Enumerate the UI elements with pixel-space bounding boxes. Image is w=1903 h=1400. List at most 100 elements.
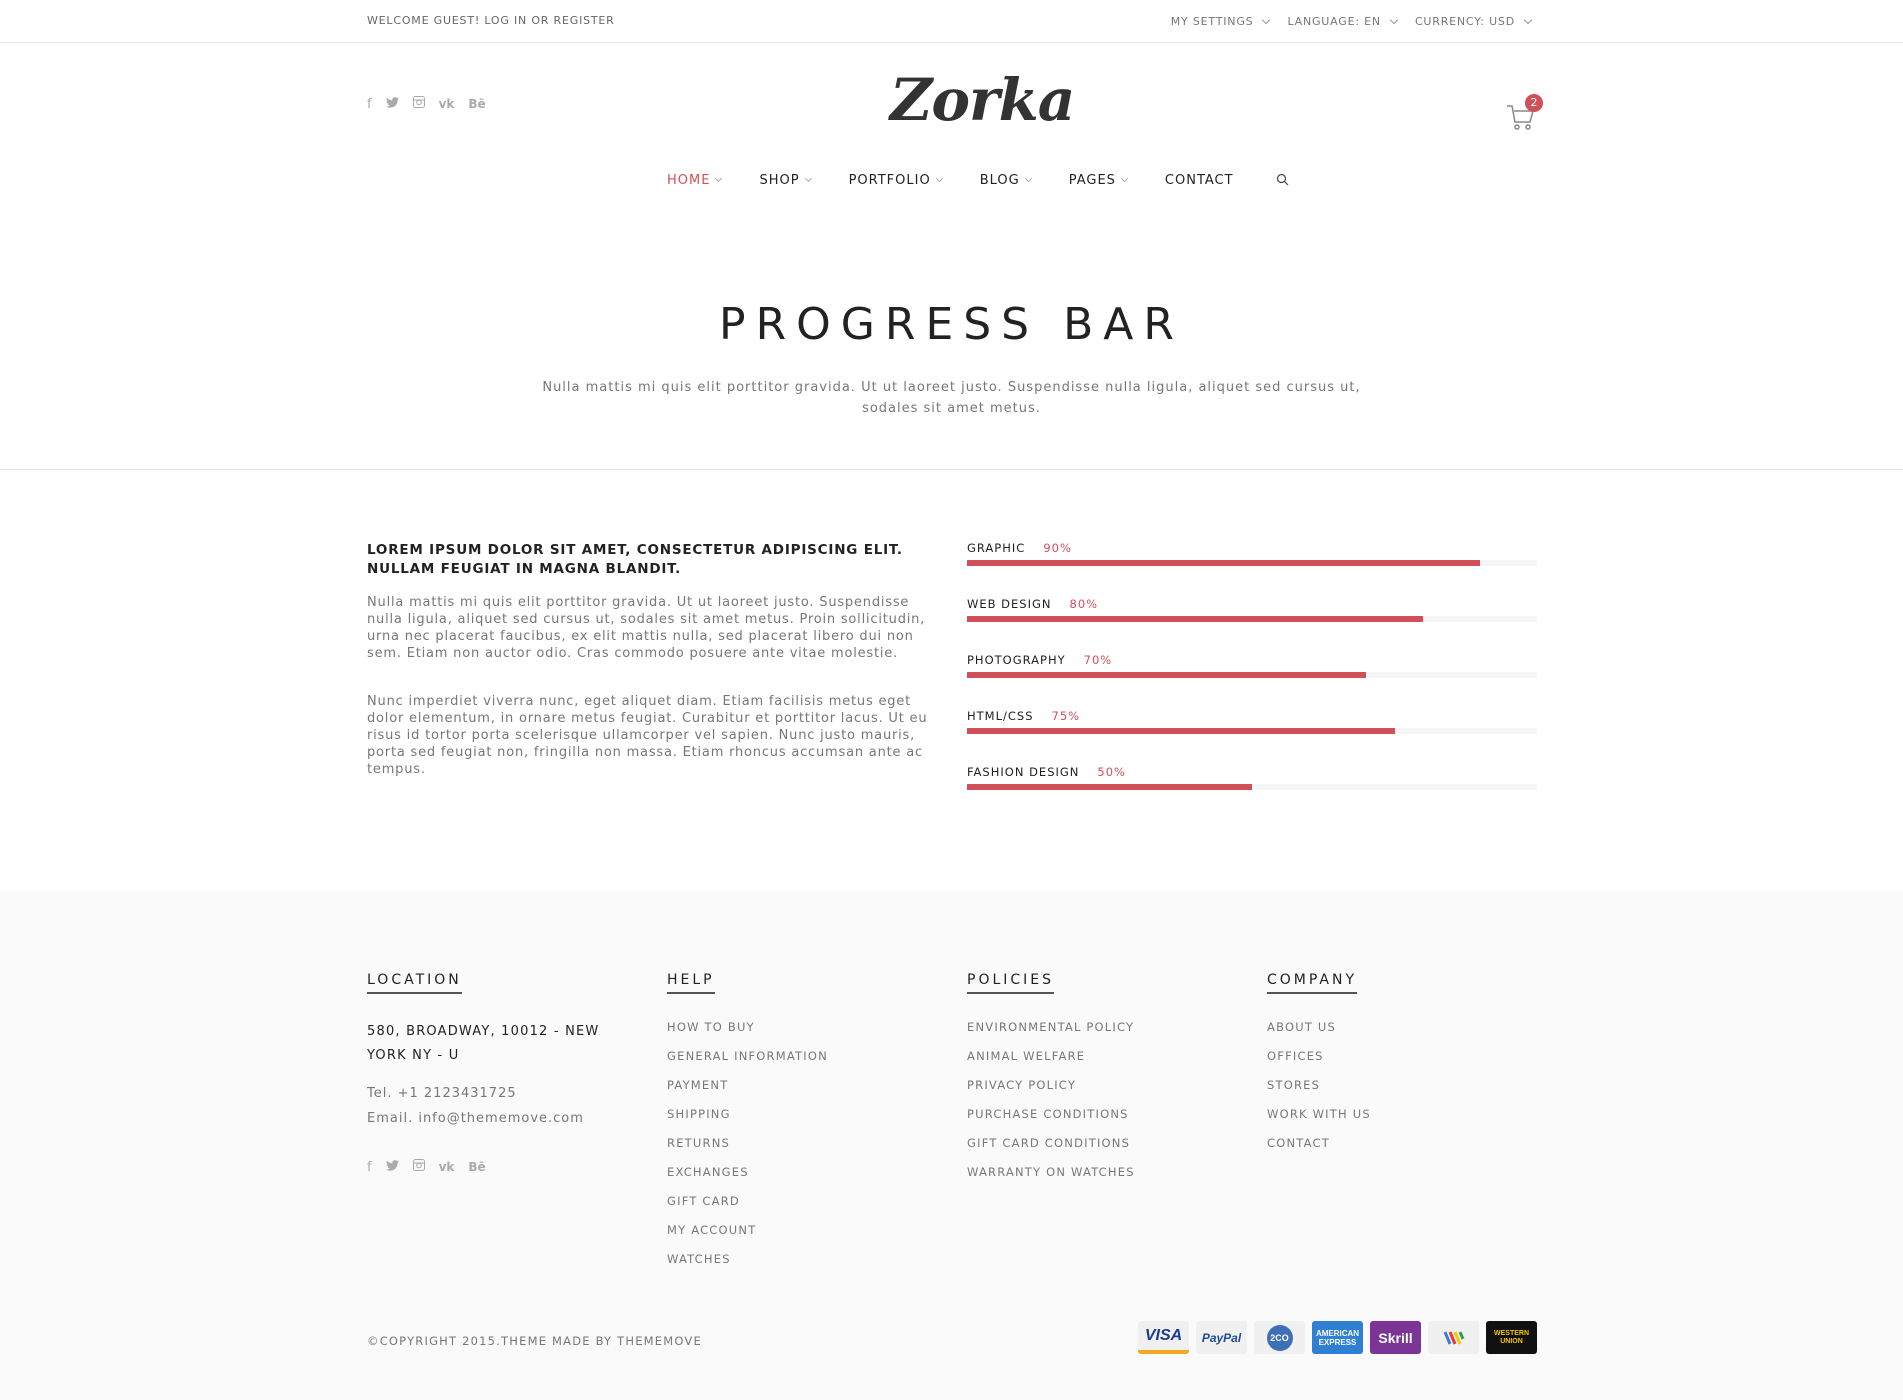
footer-link[interactable]: PURCHASE CONDITIONS [967, 1107, 1135, 1136]
western-union-icon: WESTERN UNION [1486, 1321, 1537, 1354]
footer-link[interactable]: GIFT CARD [667, 1194, 828, 1223]
twitter-icon[interactable] [385, 96, 399, 112]
footer-link[interactable]: CONTACT [1267, 1136, 1371, 1165]
payment-methods: VISA PayPal 2CO AMERICAN EXPRESS Skrill … [1138, 1321, 1537, 1354]
facebook-icon[interactable]: f [367, 97, 372, 112]
body-paragraph-1: Nulla mattis mi quis elit porttitor grav… [367, 595, 926, 661]
visa-icon: VISA [1138, 1321, 1189, 1354]
language-dropdown[interactable]: LANGUAGE: EN [1287, 15, 1399, 28]
cart-button[interactable]: 2 [1506, 94, 1546, 134]
progress-bar-label: PHOTOGRAPHY [967, 653, 1066, 667]
nav-home[interactable]: HOME [667, 173, 723, 188]
facebook-icon[interactable]: f [367, 1160, 372, 1175]
main-content: LOREM IPSUM DOLOR SIT AMET, CONSECTETUR … [0, 471, 1903, 891]
progress-bar-fill [967, 728, 1395, 734]
progress-bar-row: GRAPHIC 90% [967, 541, 1537, 597]
footer-link[interactable]: GENERAL INFORMATION [667, 1049, 828, 1078]
chevron-down-icon [1024, 174, 1032, 183]
instagram-icon[interactable] [412, 1159, 425, 1175]
my-settings-dropdown[interactable]: MY SETTINGS [1171, 15, 1271, 28]
chevron-down-icon [1523, 15, 1533, 24]
currency-label: CURRENCY: USD [1414, 15, 1515, 28]
vk-icon[interactable]: vk [439, 1160, 455, 1174]
nav-blog-label: BLOG [979, 173, 1020, 188]
twitter-icon[interactable] [385, 1159, 399, 1175]
progress-bar-fill [967, 672, 1366, 678]
currency-dropdown[interactable]: CURRENCY: USD [1414, 15, 1533, 28]
progress-bars: GRAPHIC 90% WEB DESIGN 80% PHOTOGRAPHY 70% HTM… [967, 541, 1537, 821]
footer-location: LOCATION 580, BROADWAY, 10012 - NEW YORK… [367, 969, 627, 1126]
footer-company-links: ABOUT US OFFICES STORES WORK WITH US CONTACT [1267, 1020, 1371, 1165]
progress-bar-label: WEB DESIGN [967, 597, 1052, 611]
footer-help-links: HOW TO BUY GENERAL INFORMATION PAYMENT SHIP… [667, 1020, 828, 1281]
welcome-text[interactable]: WELCOME GUEST! LOG IN OR REGISTER [367, 14, 615, 27]
nav-blog[interactable]: BLOG [979, 173, 1032, 188]
vk-icon[interactable]: vk [439, 97, 455, 111]
progress-bar-fill [967, 616, 1423, 622]
nav-contact[interactable]: CONTACT [1165, 173, 1234, 188]
progress-bar-track [967, 616, 1537, 622]
footer-link[interactable]: WARRANTY ON WATCHES [967, 1165, 1135, 1194]
behance-icon[interactable]: Bē [468, 97, 485, 111]
footer-help-heading: HELP [667, 972, 715, 994]
footer-link[interactable]: ABOUT US [1267, 1020, 1371, 1049]
behance-icon[interactable]: Bē [468, 1160, 485, 1174]
top-bar: WELCOME GUEST! LOG IN OR REGISTER MY SET… [0, 0, 1903, 43]
footer-link[interactable]: OFFICES [1267, 1049, 1371, 1078]
progress-bar-fill [967, 560, 1480, 566]
footer-company-heading: COMPANY [1267, 972, 1358, 994]
main-nav: HOME SHOP PORTFOLIO BLOG PAGES CONTACT [667, 171, 1289, 190]
footer-policies-heading: POLICIES [967, 972, 1055, 994]
footer-link[interactable]: PAYMENT [667, 1078, 828, 1107]
search-icon[interactable] [1276, 171, 1289, 190]
nav-portfolio[interactable]: PORTFOLIO [848, 173, 943, 188]
footer-email[interactable]: Email. info@thememove.com [367, 1111, 627, 1126]
footer-policies-links: ENVIRONMENTAL POLICY ANIMAL WELFARE PRIVAC… [967, 1020, 1135, 1194]
footer-policies: POLICIES ENVIRONMENTAL POLICY ANIMAL WELF… [967, 969, 1135, 1194]
2co-icon: 2CO [1254, 1321, 1305, 1354]
site-footer: LOCATION 580, BROADWAY, 10012 - NEW YORK… [0, 891, 1903, 1400]
footer-help: HELP HOW TO BUY GENERAL INFORMATION PAYMEN… [667, 969, 828, 1281]
header-social-links: f vk Bē [367, 96, 486, 112]
nav-shop[interactable]: SHOP [759, 173, 812, 188]
progress-bar-label: FASHION DESIGN [967, 765, 1080, 779]
nav-portfolio-label: PORTFOLIO [848, 173, 931, 188]
footer-link[interactable]: ENVIRONMENTAL POLICY [967, 1020, 1135, 1049]
progress-bar-label-group: HTML/CSS 75% [967, 709, 1537, 723]
footer-link[interactable]: EXCHANGES [667, 1165, 828, 1194]
nav-pages[interactable]: PAGES [1069, 173, 1128, 188]
progress-bar-row: WEB DESIGN 80% [967, 597, 1537, 653]
progress-bar-label: HTML/CSS [967, 709, 1034, 723]
page-subtitle: Nulla mattis mi quis elit porttitor grav… [542, 380, 1361, 416]
footer-link[interactable]: RETURNS [667, 1136, 828, 1165]
footer-social-links: f vk Bē [367, 1159, 486, 1175]
paypal-icon: PayPal [1196, 1321, 1247, 1354]
footer-link[interactable]: WORK WITH US [1267, 1107, 1371, 1136]
progress-bar-row: FASHION DESIGN 50% [967, 765, 1537, 821]
footer-link[interactable]: GIFT CARD CONDITIONS [967, 1136, 1135, 1165]
2co-label: 2CO [1266, 1324, 1293, 1351]
chevron-down-icon [935, 174, 943, 183]
chevron-down-icon [804, 174, 812, 183]
progress-bar-row: HTML/CSS 75% [967, 709, 1537, 765]
skrill-icon: Skrill [1370, 1321, 1421, 1354]
footer-link[interactable]: PRIVACY POLICY [967, 1078, 1135, 1107]
body-paragraph-2: Nunc imperdiet viverra nunc, eget alique… [367, 694, 928, 777]
footer-link[interactable]: ANIMAL WELFARE [967, 1049, 1135, 1078]
chevron-down-icon [715, 174, 723, 183]
footer-address: 580, BROADWAY, 10012 - NEW YORK NY - U [367, 1024, 600, 1063]
footer-link[interactable]: WATCHES [667, 1252, 828, 1281]
instagram-icon[interactable] [412, 96, 425, 112]
footer-company: COMPANY ABOUT US OFFICES STORES WORK WITH U… [1267, 969, 1371, 1165]
progress-bar-label-group: FASHION DESIGN 50% [967, 765, 1537, 779]
wallet-shape [1443, 1330, 1464, 1345]
site-logo[interactable]: Zorka [890, 66, 1075, 134]
progress-bar-track [967, 672, 1537, 678]
footer-link[interactable]: MY ACCOUNT [667, 1223, 828, 1252]
settings-bar: MY SETTINGS LANGUAGE: EN CURRENCY: USD [1171, 15, 1533, 28]
progress-bar-track [967, 560, 1537, 566]
footer-link[interactable]: STORES [1267, 1078, 1371, 1107]
footer-link[interactable]: HOW TO BUY [667, 1020, 828, 1049]
footer-link[interactable]: SHIPPING [667, 1107, 828, 1136]
cart-count-badge: 2 [1525, 94, 1543, 112]
